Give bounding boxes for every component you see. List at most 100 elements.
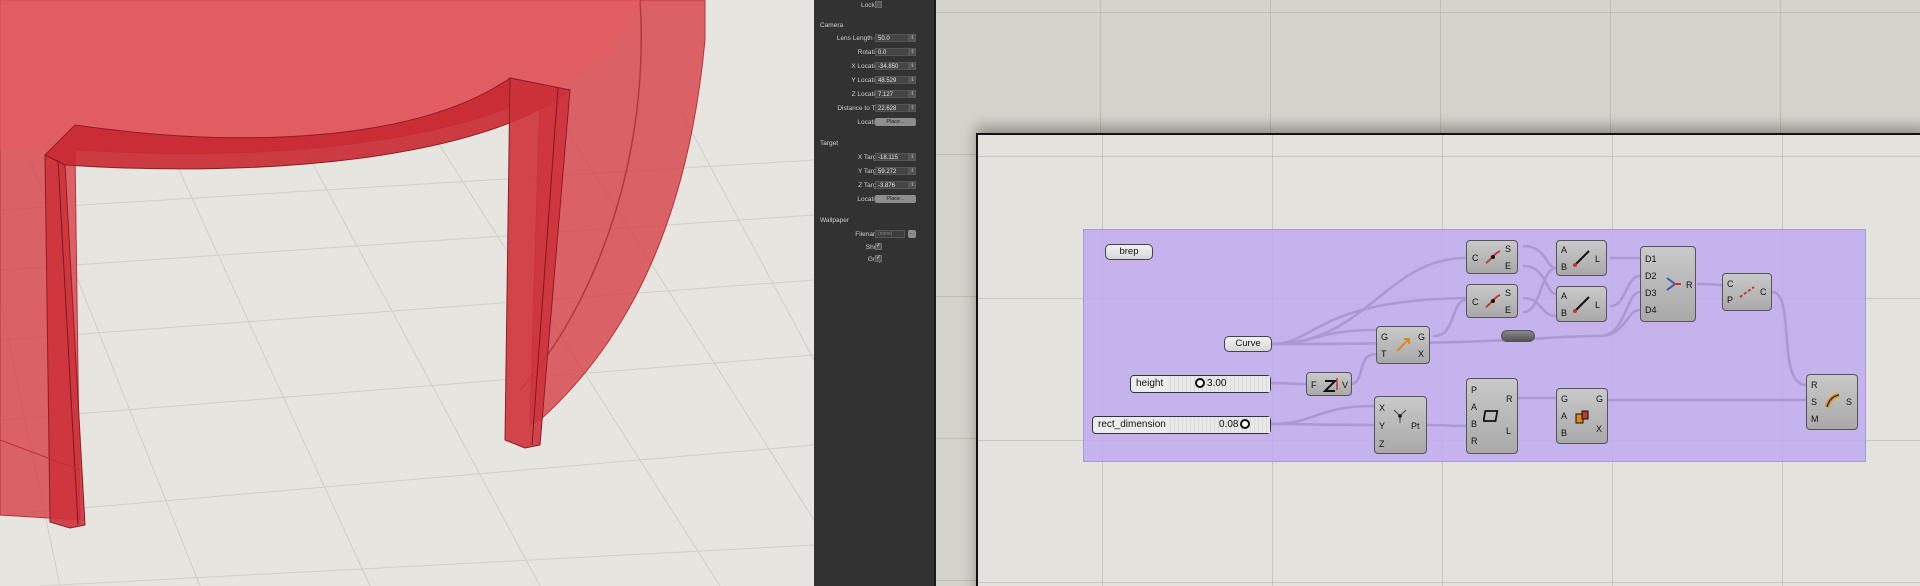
target-place-button[interactable]: Place...	[875, 195, 916, 203]
z-location-input[interactable]: 7.127	[875, 90, 909, 98]
move-component[interactable]: G T G X	[1376, 326, 1430, 364]
input-pin: X	[1379, 403, 1386, 413]
frame-left-leg	[44, 154, 86, 529]
sweep-component[interactable]: R S M S	[1806, 374, 1858, 430]
input-pin: D3	[1645, 288, 1657, 298]
stepper-icon[interactable]: ⇕	[909, 62, 916, 70]
slider-value-text: 3.00	[1207, 378, 1227, 389]
target-field-y: Y Target 59.272 ⇕	[814, 167, 934, 177]
target-location-row: Location Place...	[814, 195, 934, 205]
input-pin: R	[1471, 436, 1478, 446]
input-pin: P	[1471, 385, 1478, 395]
camera-field-lens: Lens Length (m 50.0 ⇕	[814, 34, 934, 44]
input-pin: R	[1811, 380, 1818, 390]
line-icon	[1573, 250, 1590, 267]
slider-knob-icon[interactable]	[1240, 419, 1251, 430]
stepper-icon[interactable]: ⇕	[909, 104, 916, 112]
y-location-input[interactable]: 48.529	[875, 76, 909, 84]
input-pin: B	[1561, 308, 1568, 318]
input-pin: B	[1561, 262, 1568, 272]
rect-slider-label: rect_dimension	[1093, 417, 1172, 433]
slider-value-text: 0.08	[1219, 419, 1239, 430]
input-pin: C	[1472, 253, 1479, 263]
merge-component[interactable]: D1 D2 D3 D4 R	[1640, 246, 1696, 322]
rhino-viewport[interactable]	[0, 0, 814, 586]
stepper-icon[interactable]: ⇕	[909, 34, 916, 42]
pipe-icon	[1739, 286, 1755, 298]
move-icon	[1396, 338, 1410, 352]
output-pin: L	[1595, 254, 1601, 264]
stepper-icon[interactable]: ⇕	[909, 167, 916, 175]
brep-param[interactable]: brep	[1105, 244, 1153, 260]
stepper-icon[interactable]: ⇕	[909, 76, 916, 84]
y-target-input[interactable]: 59.272	[875, 167, 909, 175]
input-pin: D1	[1645, 254, 1657, 264]
line-component-1[interactable]: A B L	[1556, 240, 1607, 276]
stepper-icon[interactable]: ⇕	[909, 48, 916, 56]
unit-z-component[interactable]: F V	[1306, 372, 1352, 396]
output-pin: G	[1418, 332, 1426, 342]
gray-checkbox[interactable]: ✓	[875, 255, 882, 262]
rectangle-component[interactable]: P A B R R L	[1466, 378, 1518, 454]
unit-z-icon	[1322, 378, 1338, 392]
input-pin: G	[1381, 332, 1389, 342]
output-pin: X	[1418, 349, 1425, 359]
distance-input[interactable]: 22.628	[875, 104, 909, 112]
input-pin: Z	[1379, 439, 1385, 449]
target-field-z: Z Target -3.876 ⇕	[814, 181, 934, 191]
construct-point-component[interactable]: X Y Z Pt	[1374, 396, 1427, 454]
wallpaper-heading: Wallpaper	[820, 217, 850, 224]
output-pin: S	[1505, 288, 1512, 298]
input-pin: B	[1561, 428, 1568, 438]
x-location-input[interactable]: -34.850	[875, 62, 909, 70]
camera-field-z: Z Location 7.127 ⇕	[814, 90, 934, 100]
input-pin: G	[1561, 394, 1569, 404]
x-target-input[interactable]: -18.115	[875, 153, 909, 161]
input-pin: S	[1811, 397, 1818, 407]
output-pin: X	[1596, 424, 1603, 434]
camera-field-rotation: Rotation 0.0 ⇕	[814, 48, 934, 58]
rectangle-icon	[1483, 410, 1499, 422]
shatter-icon	[1485, 250, 1501, 264]
show-checkbox[interactable]: ✓	[875, 243, 882, 250]
rotation-input[interactable]: 0.0	[875, 48, 909, 56]
stepper-icon[interactable]: ⇕	[909, 181, 916, 189]
rect-dimension-slider[interactable]: rect_dimension 0.08	[1092, 416, 1271, 434]
sweep-icon	[1825, 393, 1840, 408]
camera-location-row: Location Place...	[814, 118, 934, 128]
line-component-2[interactable]: A B L	[1556, 286, 1607, 322]
boundary-icon	[1575, 410, 1589, 424]
shatter-icon	[1485, 294, 1501, 308]
boundary-surfaces-component[interactable]: G A B G X	[1556, 388, 1608, 444]
grasshopper-canvas[interactable]: brep Curve height 3.00 rect_dimension 0.…	[936, 0, 1920, 586]
height-slider[interactable]: height 3.00	[1130, 375, 1271, 393]
output-pin: E	[1505, 261, 1512, 271]
filename-field[interactable]: (none)	[875, 230, 905, 238]
input-pin: A	[1561, 245, 1568, 255]
output-pin: Pt	[1411, 421, 1420, 431]
stepper-icon[interactable]: ⇕	[909, 153, 916, 161]
browse-button[interactable]: ...	[908, 230, 916, 238]
relay-node[interactable]	[1501, 330, 1535, 342]
camera-field-distance: Distance to Tar. 22.628 ⇕	[814, 104, 934, 114]
camera-place-button[interactable]: Place...	[875, 118, 916, 126]
target-field-x: X Target -18.115 ⇕	[814, 153, 934, 163]
z-target-input[interactable]: -3.876	[875, 181, 909, 189]
pipe-component[interactable]: C P C	[1722, 273, 1772, 311]
output-pin: V	[1342, 380, 1349, 390]
filename-row: Filename (none) ...	[814, 230, 934, 240]
lens-length-input[interactable]: 50.0	[875, 34, 909, 42]
shatter-component-2[interactable]: C S E	[1466, 284, 1518, 318]
merge-icon	[1666, 277, 1681, 291]
curve-param[interactable]: Curve	[1224, 336, 1272, 352]
target-heading: Target	[820, 140, 839, 147]
input-pin: D4	[1645, 305, 1657, 315]
shatter-component-1[interactable]: C S E	[1466, 240, 1518, 274]
ground-grid	[0, 109, 814, 586]
locked-checkbox[interactable]	[875, 1, 882, 8]
slider-knob-icon[interactable]	[1195, 378, 1205, 389]
input-pin: T	[1381, 349, 1387, 359]
construct-point-icon	[1393, 409, 1407, 423]
properties-panel: Locked Camera Lens Length (m 50.0 ⇕ Rota…	[814, 0, 934, 586]
stepper-icon[interactable]: ⇕	[909, 90, 916, 98]
